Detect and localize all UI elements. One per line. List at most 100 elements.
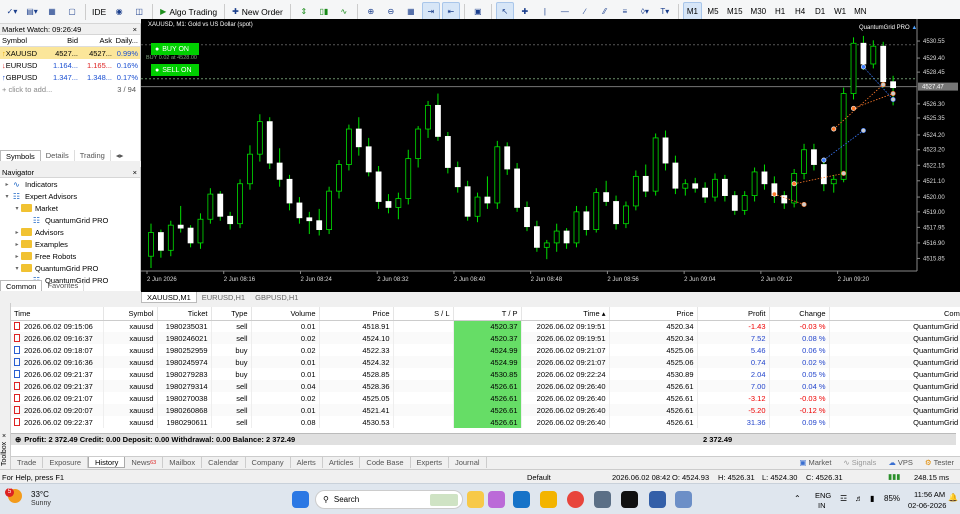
table-row[interactable]: 2026.06.02 09:22:37 xauusd 1980290611 sell 0…	[11, 416, 960, 428]
tab-trade[interactable]: Trade	[11, 457, 44, 468]
metatrader-icon[interactable]	[649, 491, 666, 508]
col-tp[interactable]: T / P	[453, 307, 522, 321]
cell-price: 4524.32	[319, 356, 394, 368]
mw-add-row[interactable]: + click to add... 3 / 94	[0, 83, 140, 95]
sell-on-button[interactable]: ● SELL ON	[151, 64, 199, 76]
profile-name[interactable]: Default	[527, 473, 551, 482]
col-comment[interactable]: Comment	[829, 307, 960, 321]
windows-start-icon[interactable]	[292, 491, 309, 508]
tab-experts[interactable]: Experts	[411, 457, 449, 468]
nav-item-quantumgrid-folder[interactable]: ▾ QuantumGrid PRO	[0, 262, 140, 274]
mw-header-daily[interactable]: Daily...	[112, 36, 140, 45]
col-ticket[interactable]: Ticket	[157, 307, 212, 321]
mw-header-bid[interactable]: Bid	[44, 36, 78, 45]
tab-favorites[interactable]: Favorites	[42, 280, 85, 291]
col-sl[interactable]: S / L	[393, 307, 454, 321]
tab-gbpusd-h1[interactable]: GBPUSD,H1	[250, 292, 303, 303]
col-volume[interactable]: Volume	[251, 307, 320, 321]
nav-item-free-robots[interactable]: ▸ Free Robots	[0, 250, 140, 262]
mw-header-ask[interactable]: Ask	[78, 36, 112, 45]
table-row[interactable]: 2026.06.02 09:20:07 xauusd 1980260868 sell 0…	[11, 404, 960, 416]
tab-mailbox[interactable]: Mailbox	[163, 457, 203, 468]
chart-type-icon[interactable]: ✓▾	[3, 2, 21, 22]
candle-body	[623, 205, 629, 225]
clock-time[interactable]: 11:56 AM	[914, 490, 945, 499]
tab-xauusd-m1[interactable]: XAUUSD,M1	[141, 292, 197, 303]
dot-icon: ●	[155, 45, 160, 53]
taskbar-search[interactable]: ⚲ Search	[315, 490, 463, 509]
profiles-icon[interactable]: ▦	[43, 2, 61, 22]
tab-vps[interactable]: ☁ VPS	[882, 457, 919, 468]
ai-app-icon[interactable]	[488, 491, 505, 508]
close-icon[interactable]: ×	[133, 168, 140, 177]
chart-canvas[interactable]: 4530.55 4529.40 4528.45 4526.30 4525.35 4524.…	[141, 19, 960, 292]
nav-item-advisors[interactable]: ▸ Advisors	[0, 226, 140, 238]
close-icon[interactable]: ×	[133, 25, 140, 34]
tab-alerts[interactable]: Alerts	[291, 457, 323, 468]
nav-item-indicators[interactable]: ▸ ∿ Indicators	[0, 178, 140, 190]
folder-icon	[21, 240, 32, 248]
col-type[interactable]: Type	[211, 307, 252, 321]
tab-tester[interactable]: ⚙ Tester	[919, 457, 960, 468]
edge-icon[interactable]	[513, 491, 530, 508]
table-row[interactable]: 2026.06.02 09:15:06 xauusd 1980235031 sell 0…	[11, 320, 960, 332]
tab-trading[interactable]: Trading	[75, 150, 111, 161]
table-row[interactable]: 2026.06.02 09:21:07 xauusd 1980270038 sell 0…	[11, 392, 960, 404]
tradingview-icon[interactable]	[621, 491, 638, 508]
tab-scroll-icon[interactable]: ◂▸	[111, 150, 129, 161]
close-icon[interactable]: ×	[2, 433, 6, 440]
mw-row-eurusd[interactable]: ↓EURUSD 1.164... 1.165... 0.16%	[0, 59, 140, 71]
table-row[interactable]: 2026.06.02 09:16:36 xauusd 1980245974 buy 0.…	[11, 356, 960, 368]
tab-signals[interactable]: ∿ Signals	[837, 457, 882, 468]
tab-articles[interactable]: Articles	[323, 457, 361, 468]
tab-exposure[interactable]: Exposure	[43, 457, 89, 468]
timeframe-dropdown-icon[interactable]: ▤▾	[23, 2, 41, 22]
tab-history[interactable]: History	[88, 457, 126, 468]
ide-button[interactable]: IDE	[90, 2, 108, 22]
nav-item-market[interactable]: ▾ Market	[0, 202, 140, 214]
tab-news[interactable]: News 63	[125, 457, 164, 468]
app-icon[interactable]	[675, 491, 692, 508]
col-close-time[interactable]: Time ▴	[521, 307, 610, 321]
table-row[interactable]: 2026.06.02 09:21:37 xauusd 1980279283 buy 0.…	[11, 368, 960, 380]
mw-row-xauusd[interactable]: ↑XAUUSD 4527... 4527... 0.99%	[0, 47, 140, 59]
tab-code-base[interactable]: Code Base	[360, 457, 411, 468]
nav-item-examples[interactable]: ▸ Examples	[0, 238, 140, 250]
volume-icon[interactable]: ♬	[855, 494, 863, 503]
window-icon[interactable]: ▢	[63, 2, 81, 22]
notification-icon[interactable]: 🔔	[948, 493, 958, 502]
tab-details[interactable]: Details	[41, 150, 75, 161]
col-change[interactable]: Change	[769, 307, 830, 321]
tab-company[interactable]: Company	[246, 457, 291, 468]
battery-icon[interactable]: ▮	[870, 494, 874, 503]
copilot-icon[interactable]	[467, 491, 484, 508]
col-profit[interactable]: Profit	[697, 307, 770, 321]
table-row[interactable]: 2026.06.02 09:18:07 xauusd 1980252959 buy 0.…	[11, 344, 960, 356]
mw-row-gbpusd[interactable]: ↑GBPUSD 1.347... 1.348... 0.17%	[0, 71, 140, 83]
terminal-app-icon[interactable]	[594, 491, 611, 508]
col-price[interactable]: Price	[319, 307, 394, 321]
tab-common[interactable]: Common	[0, 280, 43, 291]
mw-header-symbol[interactable]: Symbol	[0, 36, 44, 45]
col-time[interactable]: Time	[11, 307, 104, 321]
buy-on-button[interactable]: ● BUY ON	[151, 43, 199, 55]
tab-symbols[interactable]: Symbols	[0, 150, 41, 161]
col-symbol[interactable]: Symbol	[103, 307, 158, 321]
tab-market[interactable]: ▣ Market	[793, 457, 837, 468]
chrome-icon[interactable]	[567, 491, 584, 508]
tab-journal[interactable]: Journal	[449, 457, 487, 468]
lang-primary[interactable]: ENG	[815, 491, 831, 500]
table-row[interactable]: 2026.06.02 09:21:37 xauusd 1980279314 sell 0…	[11, 380, 960, 392]
file-explorer-icon[interactable]	[540, 491, 557, 508]
community-icon[interactable]: ◉	[110, 2, 128, 22]
price-chart[interactable]: 4530.55 4529.40 4528.45 4526.30 4525.35 4524.…	[141, 19, 960, 292]
tab-eurusd-h1[interactable]: EURUSD,H1	[197, 292, 250, 303]
table-row[interactable]: 2026.06.02 09:16:37 xauusd 1980246021 sell 0…	[11, 332, 960, 344]
tab-calendar[interactable]: Calendar	[202, 457, 246, 468]
nav-item-expert-advisors[interactable]: ▾ ☷ Expert Advisors	[0, 190, 140, 202]
wifi-icon[interactable]: ☲	[840, 494, 847, 503]
nav-item-quantumgrid-market[interactable]: ☷ QuantumGrid PRO	[0, 214, 140, 226]
cell-change: 0.04 %	[769, 380, 830, 392]
col-close-price[interactable]: Price	[609, 307, 698, 321]
tray-chevron-icon[interactable]: ⌃	[794, 494, 801, 503]
